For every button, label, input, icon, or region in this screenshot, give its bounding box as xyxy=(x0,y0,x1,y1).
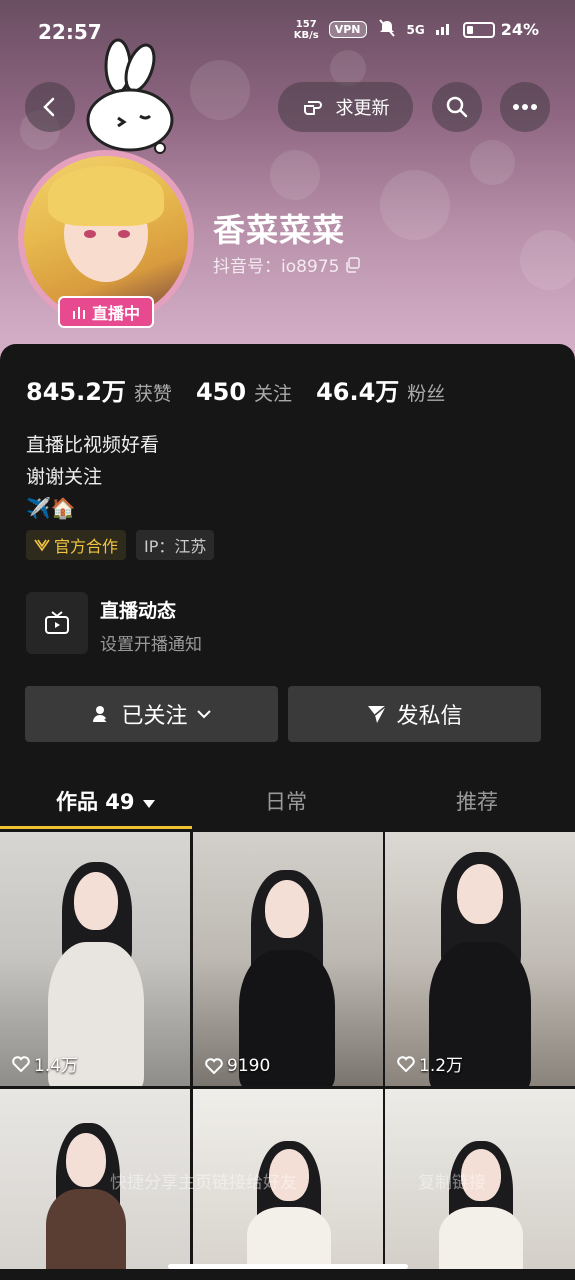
tags-row: 官方合作 IP：江苏 xyxy=(26,530,215,560)
tab-daily[interactable]: 日常 xyxy=(265,786,307,816)
back-button[interactable] xyxy=(25,82,75,132)
home-indicator[interactable] xyxy=(168,1264,408,1269)
net-speed: 157 KB/s xyxy=(293,18,319,41)
battery-icon xyxy=(462,21,495,38)
followed-button[interactable]: 已关注 xyxy=(25,686,278,742)
video-thumbnail[interactable]: 9190 xyxy=(193,832,383,1086)
video-thumbnail[interactable]: 1.2万 xyxy=(385,832,575,1086)
profile-card: 845.2万 获赞 450 关注 46.4万 粉丝 直播比视频好看 谢谢关注 ✈… xyxy=(0,344,575,1280)
user-check-icon xyxy=(93,706,113,723)
content-tabs: 作品 49 日常 推荐 xyxy=(0,774,575,830)
stat-following[interactable]: 450 关注 xyxy=(196,378,292,406)
copy-link-hint: 复制链接 xyxy=(418,1173,486,1193)
search-icon xyxy=(446,96,468,118)
more-button[interactable] xyxy=(500,82,550,132)
cooperation-icon xyxy=(34,539,50,552)
mute-icon xyxy=(377,18,397,41)
heart-icon xyxy=(397,1055,415,1072)
chevron-down-icon xyxy=(196,710,211,719)
heart-icon xyxy=(12,1055,30,1072)
paper-plane-icon xyxy=(368,705,387,723)
request-update-button[interactable]: 求更新 xyxy=(278,82,413,132)
live-dynamics-subtitle: 设置开播通知 xyxy=(100,635,202,655)
douyin-id[interactable]: 抖音号：io8975 xyxy=(213,252,361,277)
share-profile-link-hint: 快捷分享主页链接给好友 xyxy=(110,1173,297,1193)
stat-followers[interactable]: 46.4万 粉丝 xyxy=(316,372,445,407)
live-status-badge[interactable]: 直播中 xyxy=(58,296,154,328)
bio: 直播比视频好看 谢谢关注 xyxy=(26,434,160,488)
signal-5g: 5G xyxy=(406,22,425,37)
video-thumbnail[interactable]: 1.4万 xyxy=(0,832,190,1086)
heart-icon xyxy=(205,1058,223,1074)
like-count: 1.2万 xyxy=(397,1051,463,1076)
hand-point-icon xyxy=(303,101,322,115)
live-bars-icon xyxy=(72,307,85,319)
battery: 24% xyxy=(462,20,539,39)
bunny-mascot-icon xyxy=(86,38,174,154)
active-tab-indicator xyxy=(0,826,192,829)
caret-down-icon xyxy=(142,800,155,808)
back-icon xyxy=(43,97,55,117)
bio-emojis: ✈️🏠 xyxy=(26,496,76,520)
like-count: 1.4万 xyxy=(12,1051,78,1076)
live-dynamics-row[interactable]: 直播动态 设置开播通知 xyxy=(26,592,546,656)
stats-row: 845.2万 获赞 450 关注 46.4万 粉丝 xyxy=(26,372,445,407)
ip-location-tag: IP：江苏 xyxy=(136,530,215,560)
wifi-icon xyxy=(435,21,453,38)
tv-icon xyxy=(45,611,69,634)
tab-recommended[interactable]: 推荐 xyxy=(456,786,498,816)
official-cooperation-tag[interactable]: 官方合作 xyxy=(26,530,127,560)
search-button[interactable] xyxy=(432,82,482,132)
tab-works[interactable]: 作品 49 xyxy=(56,786,156,816)
more-icon xyxy=(513,104,537,110)
profile-name: 香菜菜菜 xyxy=(213,211,346,249)
live-dynamics-title: 直播动态 xyxy=(100,600,177,622)
vpn-indicator: VPN xyxy=(328,21,367,38)
stat-likes[interactable]: 845.2万 获赞 xyxy=(26,372,172,407)
like-count: 9190 xyxy=(205,1056,270,1076)
send-message-button[interactable]: 发私信 xyxy=(288,686,541,742)
tv-icon-box xyxy=(26,592,88,654)
copy-icon[interactable] xyxy=(345,256,361,273)
